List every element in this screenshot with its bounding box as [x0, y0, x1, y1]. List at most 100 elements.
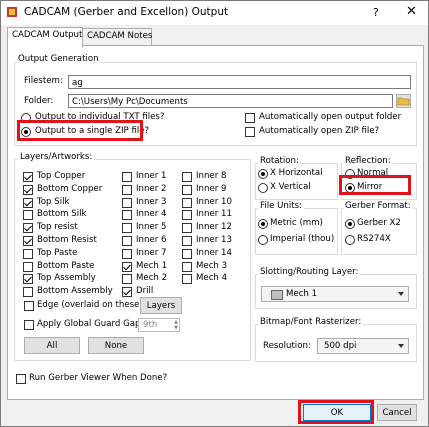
- layer-color-swatch: [271, 290, 283, 300]
- folder-input[interactable]: C:\Users\My Pc\Documents: [68, 94, 393, 108]
- layer-checkbox[interactable]: [182, 236, 192, 246]
- layer-label: Bottom Resist: [37, 235, 97, 245]
- filestem-input[interactable]: ag: [68, 75, 411, 89]
- layer-checkbox[interactable]: [182, 210, 192, 221]
- layer-label: Inner 1: [136, 171, 167, 181]
- units-imperial-radio[interactable]: [258, 235, 268, 245]
- rs274x-radio[interactable]: [345, 235, 355, 245]
- folder-label: Folder:: [24, 96, 54, 106]
- resolution-select[interactable]: 500 dpi: [317, 338, 409, 354]
- tab-cadcam-output[interactable]: CADCAM Output: [7, 27, 83, 48]
- layer-checkbox[interactable]: [122, 172, 132, 182]
- layer-checkbox[interactable]: [23, 236, 33, 246]
- layer-checkbox[interactable]: [182, 261, 192, 272]
- layer-checkbox[interactable]: [182, 197, 192, 208]
- layer-label: Inner 4: [136, 209, 167, 220]
- dialog-window: CADCAM (Gerber and Excellon) Output ? ✕ …: [0, 0, 429, 427]
- layer-label: Top Copper: [37, 171, 86, 181]
- gerber-format-label: Gerber Format:: [343, 201, 413, 211]
- layer-checkbox[interactable]: [23, 248, 33, 259]
- rotation-vertical-label: X Vertical: [270, 182, 311, 192]
- auto-open-zip-checkbox[interactable]: [245, 127, 255, 137]
- gerber-x2-radio[interactable]: [345, 219, 355, 229]
- layer-label: Mech 2: [136, 273, 168, 284]
- folder-icon: [397, 97, 410, 106]
- run-viewer-label: Run Gerber Viewer When Done?: [29, 373, 168, 383]
- layer-label: Top Assembly: [37, 273, 96, 284]
- layer-checkbox[interactable]: [23, 197, 33, 208]
- help-button[interactable]: ?: [373, 6, 379, 19]
- edge-label: Edge (overlaid on these): [37, 300, 143, 310]
- layer-checkbox[interactable]: [122, 184, 132, 195]
- layer-label: Bottom Paste: [37, 260, 95, 271]
- chevron-down-icon: [398, 292, 404, 296]
- browse-folder-button[interactable]: [396, 94, 411, 108]
- gerber-x2-label: Gerber X2: [357, 218, 401, 228]
- guard-gap-label: Apply Global Guard Gap: [37, 319, 141, 329]
- auto-open-zip-label: Automatically open ZIP file?: [259, 126, 380, 136]
- spinner-arrows-icon[interactable]: ▲ ▼: [174, 319, 178, 331]
- layer-checkbox[interactable]: [122, 223, 132, 234]
- reflection-label: Reflection:: [343, 156, 393, 166]
- cancel-button[interactable]: Cancel: [377, 404, 417, 421]
- layer-checkbox[interactable]: [122, 287, 132, 298]
- layer-checkbox[interactable]: [23, 274, 33, 285]
- layer-checkbox[interactable]: [23, 184, 33, 195]
- layer-label: Inner 13: [196, 235, 232, 245]
- layer-checkbox[interactable]: [182, 223, 192, 234]
- layer-label: Inner 10: [196, 196, 232, 207]
- file-units-group: [255, 208, 338, 255]
- layer-label: Inner 14: [196, 247, 232, 258]
- guard-gap-spinner[interactable]: 9th ▲ ▼: [138, 318, 180, 332]
- rotation-horizontal-radio[interactable]: [258, 169, 268, 179]
- slotting-label: Slotting/Routing Layer:: [258, 267, 361, 277]
- layer-checkbox[interactable]: [122, 274, 132, 285]
- layer-checkbox[interactable]: [182, 184, 192, 195]
- layer-checkbox[interactable]: [122, 210, 132, 221]
- layer-checkbox[interactable]: [182, 274, 192, 285]
- layer-checkbox[interactable]: [23, 223, 33, 234]
- output-generation-label: Output Generation: [16, 54, 101, 64]
- none-button[interactable]: None: [88, 337, 144, 354]
- rotation-horizontal-label: X Horizontal: [270, 168, 323, 178]
- layer-checkbox[interactable]: [122, 236, 132, 246]
- layer-checkbox[interactable]: [23, 172, 33, 182]
- layer-label: Inner 7: [136, 247, 167, 258]
- layer-label: Bottom Assembly: [37, 286, 113, 297]
- units-metric-radio[interactable]: [258, 219, 268, 229]
- highlight-box-mirror: [339, 175, 411, 195]
- slotting-layer-select[interactable]: Mech 1: [261, 286, 409, 302]
- layer-checkbox[interactable]: [182, 172, 192, 182]
- layer-label: Inner 8: [196, 171, 227, 181]
- layer-checkbox[interactable]: [122, 197, 132, 208]
- rs274x-label: RS274X: [357, 234, 391, 244]
- layer-checkbox[interactable]: [122, 248, 132, 259]
- guard-gap-checkbox[interactable]: [24, 320, 34, 330]
- all-button[interactable]: All: [24, 337, 80, 354]
- layer-checkbox[interactable]: [23, 261, 33, 272]
- layer-label: Top Paste: [37, 247, 78, 258]
- layer-checkbox[interactable]: [23, 210, 33, 221]
- auto-open-folder-checkbox[interactable]: [245, 113, 255, 123]
- layer-label: Inner 12: [196, 222, 232, 233]
- layers-button[interactable]: Layers: [140, 297, 182, 314]
- filestem-label: Filestem:: [24, 76, 63, 86]
- layer-checkbox[interactable]: [23, 287, 33, 298]
- highlight-box-zip: [17, 120, 143, 141]
- run-viewer-checkbox[interactable]: [16, 374, 26, 384]
- layer-label: Drill: [136, 286, 154, 297]
- units-imperial-label: Imperial (thou): [270, 234, 335, 244]
- layer-label: Inner 3: [136, 196, 167, 207]
- rotation-label: Rotation:: [258, 156, 301, 166]
- layer-checkbox[interactable]: [122, 261, 132, 272]
- edge-checkbox[interactable]: [24, 301, 34, 311]
- close-icon[interactable]: ✕: [406, 4, 417, 19]
- layer-label: Mech 4: [196, 273, 228, 284]
- layer-label: Inner 2: [136, 183, 167, 194]
- layer-checkbox[interactable]: [182, 248, 192, 259]
- resolution-value: 500 dpi: [324, 341, 357, 351]
- highlight-box-ok: [298, 400, 374, 424]
- units-metric-label: Metric (mm): [270, 218, 323, 228]
- file-units-label: File Units:: [258, 201, 304, 211]
- rotation-vertical-radio[interactable]: [258, 183, 268, 193]
